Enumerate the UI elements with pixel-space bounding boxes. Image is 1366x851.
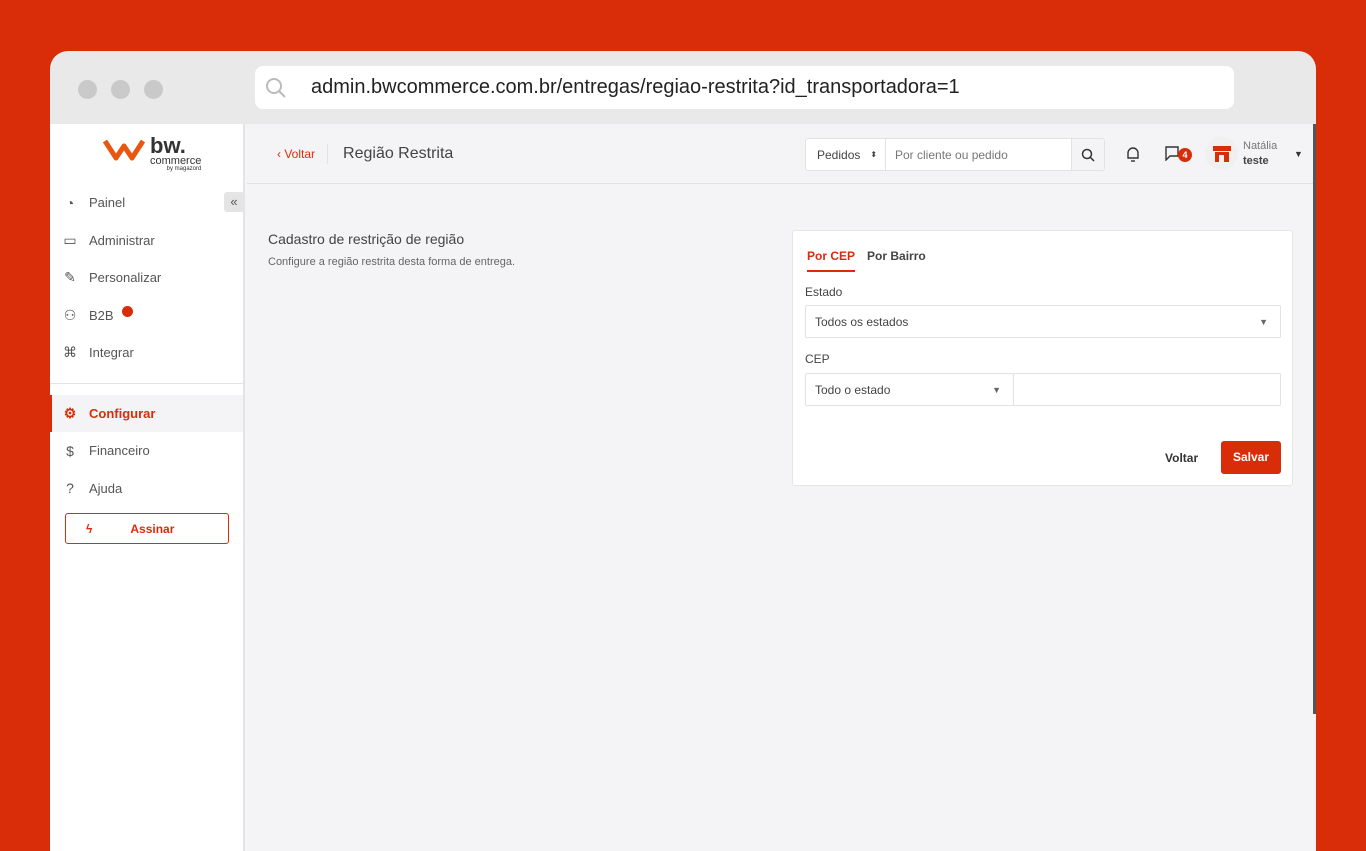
estado-select[interactable]: Todos os estados ▼ bbox=[805, 305, 1281, 338]
users-icon: ⚇ bbox=[63, 306, 77, 323]
sidebar-item-label: Administrar bbox=[89, 232, 155, 248]
sidebar-item-label: B2B bbox=[89, 307, 114, 323]
caret-down-icon[interactable]: ▼ bbox=[1294, 149, 1303, 159]
command-icon: ⌘ bbox=[63, 344, 77, 361]
cep-input[interactable] bbox=[1013, 373, 1281, 406]
divider bbox=[50, 382, 243, 384]
sidebar-item-configurar[interactable]: ⚙ Configurar bbox=[50, 394, 243, 432]
search-icon bbox=[266, 77, 286, 98]
sidebar-item-ajuda[interactable]: ? Ajuda bbox=[50, 470, 243, 508]
page-title: Região Restrita bbox=[343, 144, 454, 162]
dollar-icon: $ bbox=[66, 442, 74, 459]
assinar-label: Assinar bbox=[130, 521, 175, 536]
sidebar-item-label: Painel bbox=[89, 195, 126, 211]
section-description: Cadastro de restrição de região Configur… bbox=[268, 231, 515, 268]
search-icon bbox=[1081, 148, 1095, 162]
estado-value: Todos os estados bbox=[815, 314, 909, 329]
monitor-icon: ▭ bbox=[63, 231, 77, 248]
tab-por-bairro[interactable]: Por Bairro bbox=[867, 249, 926, 272]
voltar-button[interactable]: Voltar bbox=[1165, 451, 1198, 465]
chevron-down-icon: ▼ bbox=[992, 384, 1001, 395]
bell-icon[interactable] bbox=[1126, 146, 1140, 162]
sidebar: bw. commerce by magazord « ◔ Painel ▭ Admini… bbox=[50, 124, 245, 851]
search-group: Pedidos ⬍ Por cliente ou pedido bbox=[805, 138, 1105, 171]
gear-icon: ⚙ bbox=[63, 404, 77, 421]
pencil-icon: ✎ bbox=[64, 269, 76, 286]
section-heading: Cadastro de restrição de região bbox=[268, 231, 465, 247]
logo-brand: bw. bbox=[150, 133, 186, 158]
sort-arrows-icon: ⬍ bbox=[870, 150, 878, 159]
sidebar-item-painel[interactable]: ◔ Painel bbox=[50, 184, 243, 222]
logo-sub: commerce bbox=[150, 155, 202, 167]
search-button[interactable] bbox=[1071, 139, 1104, 170]
search-input[interactable]: Por cliente ou pedido bbox=[886, 139, 1071, 170]
search-scope-value: Pedidos bbox=[817, 147, 861, 162]
scrollbar[interactable] bbox=[1313, 124, 1316, 714]
sidebar-item-label: Financeiro bbox=[89, 443, 150, 459]
chevron-down-icon: ▼ bbox=[1259, 316, 1268, 327]
sidebar-item-label: Integrar bbox=[89, 345, 134, 361]
address-bar[interactable]: admin.bwcommerce.com.br/entregas/regiao-… bbox=[255, 66, 1234, 109]
url-text: admin.bwcommerce.com.br/entregas/regiao-… bbox=[311, 76, 960, 98]
app: bw. commerce by magazord « ◔ Painel ▭ Admini… bbox=[50, 124, 1316, 851]
cep-mode-select[interactable]: Todo o estado ▼ bbox=[805, 373, 1014, 406]
salvar-button[interactable]: Salvar bbox=[1221, 441, 1281, 474]
sidebar-nav: ◔ Painel ▭ Administrar ✎ Personalizar ⚇ B2B … bbox=[50, 184, 243, 544]
help-icon: ? bbox=[66, 480, 74, 497]
minimize-dot[interactable] bbox=[111, 80, 130, 99]
cep-label: CEP bbox=[805, 352, 830, 366]
tab-por-cep[interactable]: Por CEP bbox=[807, 249, 856, 272]
tabs: Por CEP Por Bairro bbox=[807, 249, 926, 272]
sidebar-item-label: Ajuda bbox=[89, 480, 123, 496]
avatar[interactable] bbox=[1205, 137, 1238, 170]
chat-count-badge: 4 bbox=[1178, 148, 1192, 162]
sidebar-item-label: Configurar bbox=[89, 405, 156, 421]
lightning-icon: ϟ bbox=[86, 521, 93, 536]
sidebar-item-b2b[interactable]: ⚇ B2B bbox=[50, 297, 243, 335]
sidebar-item-label: Personalizar bbox=[89, 270, 162, 286]
window-controls bbox=[78, 80, 163, 99]
maximize-dot[interactable] bbox=[144, 80, 163, 99]
logo-mark-icon bbox=[102, 139, 146, 161]
user-store: teste bbox=[1243, 155, 1269, 167]
user-name: Natália bbox=[1243, 140, 1278, 152]
back-label: Voltar bbox=[284, 146, 316, 161]
back-link[interactable]: ‹ Voltar bbox=[277, 143, 329, 164]
browser-window: admin.bwcommerce.com.br/entregas/regiao-… bbox=[50, 51, 1316, 851]
cep-mode-value: Todo o estado bbox=[815, 382, 891, 397]
search-scope-select[interactable]: Pedidos ⬍ bbox=[806, 139, 886, 170]
sidebar-item-personalizar[interactable]: ✎ Personalizar bbox=[50, 259, 243, 297]
store-icon bbox=[1212, 145, 1231, 162]
close-dot[interactable] bbox=[78, 80, 97, 99]
sidebar-item-administrar[interactable]: ▭ Administrar bbox=[50, 222, 243, 260]
sidebar-item-integrar[interactable]: ⌘ Integrar bbox=[50, 334, 243, 372]
chart-pie-icon: ◔ bbox=[65, 194, 75, 211]
restriction-form-card: Por CEP Por Bairro Estado Todos os estad… bbox=[792, 230, 1293, 486]
estado-label: Estado bbox=[805, 285, 843, 299]
assinar-button[interactable]: ϟ Assinar bbox=[65, 513, 229, 544]
lightning-badge-icon bbox=[121, 305, 133, 317]
user-menu[interactable]: Natália teste bbox=[1243, 139, 1277, 169]
top-bar: ‹ Voltar Região Restrita Pedidos ⬍ Por cl… bbox=[247, 124, 1316, 184]
section-subtext: Configure a região restrita desta forma … bbox=[268, 256, 516, 268]
sidebar-item-financeiro[interactable]: $ Financeiro bbox=[50, 432, 243, 470]
logo: bw. commerce by magazord bbox=[102, 133, 202, 172]
